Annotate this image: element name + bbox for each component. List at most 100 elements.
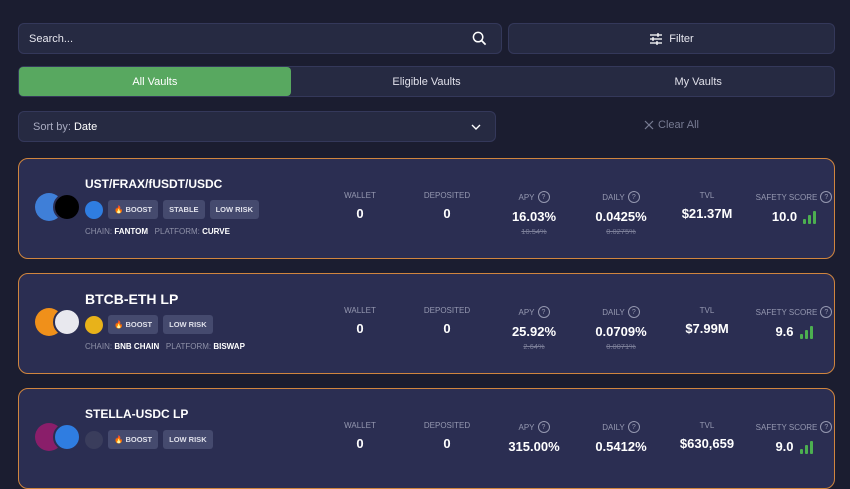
- platform-icon: [85, 315, 103, 334]
- close-icon: [644, 120, 654, 130]
- tag-badge: LOW RISK: [163, 430, 213, 449]
- filter-label: Filter: [669, 32, 694, 45]
- apy-value: 16.03%: [511, 209, 557, 224]
- safety-bars-icon: [799, 326, 813, 339]
- tag-label: STABLE: [169, 205, 199, 214]
- fire-icon: 🔥: [114, 205, 124, 214]
- daily-value: 0.0425%: [595, 209, 647, 224]
- platform-icon: [85, 200, 103, 219]
- sort-dropdown[interactable]: Sort by: Date: [18, 111, 496, 142]
- help-icon[interactable]: ?: [820, 421, 833, 433]
- tvl-label: TVL: [699, 421, 715, 430]
- search-input[interactable]: [19, 24, 449, 53]
- platform-label: PLATFORM:: [154, 227, 200, 236]
- vault-meta: CHAIN: FANTOM PLATFORM: CURVE: [85, 227, 230, 236]
- safety-bars-icon: [803, 211, 817, 224]
- sort-value: Date: [73, 120, 98, 133]
- tag-badge: STABLE: [163, 200, 205, 219]
- clear-all-button[interactable]: Clear All: [644, 119, 699, 131]
- safety-value: 9.6: [775, 324, 794, 339]
- deposited-value: 0: [443, 321, 451, 336]
- vault-name: UST/FRAX/fUSDT/USDC: [85, 177, 223, 191]
- stat-apy: APY? 16.03% 10.54%: [489, 191, 579, 236]
- platform-value: CURVE: [202, 227, 230, 236]
- apy-previous: 10.54%: [521, 227, 547, 236]
- help-icon[interactable]: ?: [627, 306, 640, 318]
- chain-label: CHAIN:: [85, 227, 113, 236]
- apy-previous: 2.64%: [523, 342, 545, 351]
- stat-daily: DAILY? 0.0709% 0.0071%: [576, 306, 666, 351]
- safety-label: SAFETY SCORE: [755, 307, 818, 317]
- wallet-label: WALLET: [344, 306, 376, 315]
- stat-wallet: WALLET 0: [315, 421, 405, 451]
- apy-value: 25.92%: [511, 324, 557, 339]
- stat-deposited: DEPOSITED 0: [402, 421, 492, 451]
- tag-badge: LOW RISK: [209, 200, 260, 219]
- stat-safety: SAFETY SCORE? 9.0: [749, 421, 839, 454]
- tab-eligible-vaults[interactable]: Eligible Vaults: [291, 67, 563, 96]
- vault-name: STELLA-USDC LP: [85, 407, 189, 421]
- daily-label: DAILY: [602, 192, 625, 202]
- daily-previous: 0.0071%: [606, 342, 636, 351]
- fire-icon: 🔥: [114, 435, 124, 444]
- stat-wallet: WALLET 0: [315, 191, 405, 221]
- stat-tvl: TVL $7.99M: [662, 306, 752, 336]
- fire-icon: 🔥: [114, 320, 124, 329]
- tab-all-vaults[interactable]: All Vaults: [19, 67, 291, 96]
- tvl-value: $7.99M: [685, 321, 729, 336]
- chevron-down-icon: [471, 124, 481, 130]
- safety-bars-icon: [799, 441, 813, 454]
- vault-card[interactable]: STELLA-USDC LP 🔥 BOOST LOW RISK WALLET 0 …: [18, 388, 835, 489]
- help-icon[interactable]: ?: [627, 191, 640, 203]
- tag-label: LOW RISK: [169, 320, 207, 329]
- deposited-value: 0: [443, 206, 451, 221]
- help-icon[interactable]: ?: [820, 306, 833, 318]
- apy-label: APY: [518, 307, 535, 317]
- filter-button[interactable]: Filter: [508, 23, 835, 54]
- chain-label: CHAIN:: [85, 342, 113, 351]
- wallet-label: WALLET: [344, 191, 376, 200]
- help-icon[interactable]: ?: [537, 191, 550, 203]
- tag-badge: 🔥 BOOST: [108, 430, 159, 449]
- wallet-value: 0: [356, 321, 364, 336]
- tvl-label: TVL: [699, 191, 715, 200]
- apy-label: APY: [518, 422, 535, 432]
- stat-deposited: DEPOSITED 0: [402, 191, 492, 221]
- deposited-value: 0: [443, 436, 451, 451]
- deposited-label: DEPOSITED: [423, 421, 471, 430]
- apy-value: 315.00%: [508, 439, 560, 454]
- help-icon[interactable]: ?: [627, 421, 640, 433]
- safety-label: SAFETY SCORE: [755, 192, 818, 202]
- platform-icon: [85, 430, 103, 449]
- token-logo-icon: [53, 423, 81, 451]
- tag-label: LOW RISK: [215, 205, 254, 214]
- tvl-value: $21.37M: [681, 206, 733, 221]
- search-box[interactable]: [18, 23, 502, 54]
- tab-my-vaults[interactable]: My Vaults: [562, 67, 834, 96]
- help-icon[interactable]: ?: [537, 306, 550, 318]
- tag-label: BOOST: [125, 435, 153, 444]
- search-icon[interactable]: [472, 31, 487, 46]
- stat-daily: DAILY? 0.5412%: [576, 421, 666, 454]
- vault-card[interactable]: UST/FRAX/fUSDT/USDC 🔥 BOOST STABLE LOW RIS…: [18, 158, 835, 259]
- vault-meta: CHAIN: BNB CHAIN PLATFORM: BISWAP: [85, 342, 245, 351]
- help-icon[interactable]: ?: [537, 421, 550, 433]
- token-logos: [35, 193, 83, 225]
- stat-safety: SAFETY SCORE? 10.0: [749, 191, 839, 224]
- chain-value: BNB CHAIN: [114, 342, 160, 351]
- tvl-label: TVL: [699, 306, 715, 315]
- tvl-value: $630,659: [679, 436, 735, 451]
- vault-card[interactable]: BTCB-ETH LP 🔥 BOOST LOW RISK CHAIN: BNB CH…: [18, 273, 835, 374]
- help-icon[interactable]: ?: [820, 191, 833, 203]
- vault-tabs: All Vaults Eligible Vaults My Vaults: [18, 66, 835, 97]
- wallet-value: 0: [356, 436, 364, 451]
- daily-value: 0.0709%: [595, 324, 647, 339]
- tag-label: BOOST: [125, 205, 153, 214]
- tag-badge: 🔥 BOOST: [108, 315, 159, 334]
- daily-value: 0.5412%: [595, 439, 647, 454]
- clear-all-label: Clear All: [658, 119, 699, 131]
- deposited-label: DEPOSITED: [423, 306, 471, 315]
- sliders-icon: [650, 32, 663, 45]
- platform-label: PLATFORM:: [165, 342, 212, 351]
- tag-badge: LOW RISK: [163, 315, 213, 334]
